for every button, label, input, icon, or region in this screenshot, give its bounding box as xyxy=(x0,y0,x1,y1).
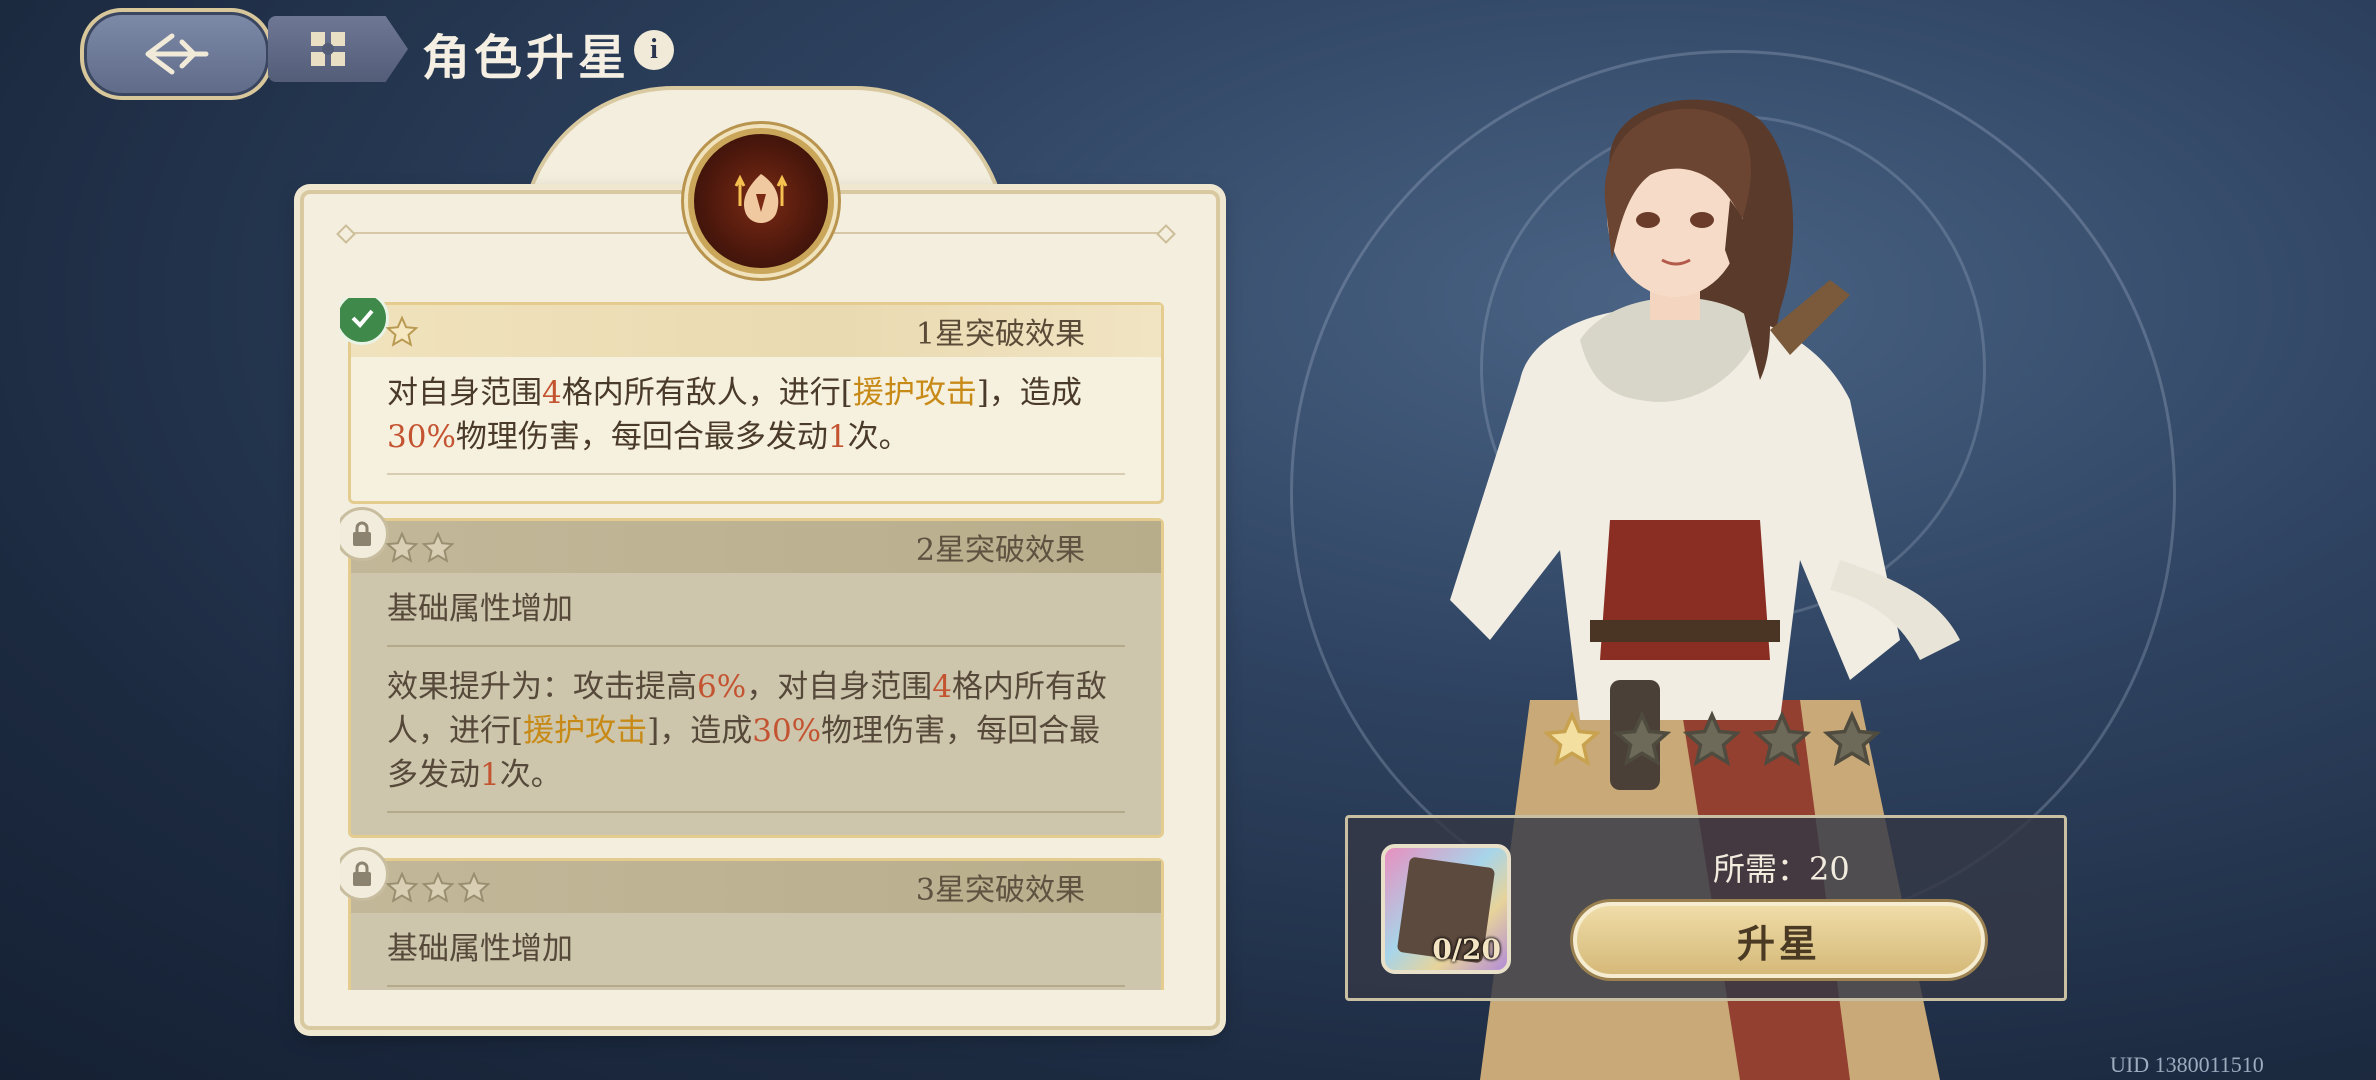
star-count xyxy=(385,315,419,349)
rank-star-empty-icon xyxy=(1822,710,1882,767)
breakthrough-entry-1: 1星突破效果 对自身范围4格内所有敌人，进行[援护攻击]，造成 30%物理伤害，… xyxy=(340,298,1164,504)
star-icon xyxy=(421,531,455,563)
star-icon xyxy=(385,531,419,563)
back-arrow-icon xyxy=(145,33,208,75)
effect-text: 效果提升为：攻击提高6%，对自身范围4格内所有敌 人，进行[援护攻击]，造成30… xyxy=(387,665,1125,813)
uid-label: UID 1380011510 xyxy=(2110,1052,2264,1077)
menu-button[interactable] xyxy=(268,16,408,82)
star-count xyxy=(385,871,491,905)
page-title: 角色升星 xyxy=(422,30,631,86)
star-icon xyxy=(385,871,419,903)
rank-stars xyxy=(1542,710,1882,770)
breakthrough-entry-3: 3星突破效果 基础属性增加 xyxy=(340,847,1164,990)
grid-menu-icon xyxy=(311,32,345,66)
star-up-medallion-icon xyxy=(688,128,834,274)
entry-title: 2星突破效果 xyxy=(351,521,1161,573)
cost-panel: 0/20 所需：20 升星 xyxy=(1345,815,2067,1001)
back-button[interactable] xyxy=(80,8,273,100)
rank-star-empty-icon xyxy=(1752,710,1812,767)
breakthrough-entry-2: 2星突破效果 基础属性增加 效果提升为：攻击提高6%，对自身范围4格内所有敌 人… xyxy=(340,507,1164,838)
star-icon xyxy=(385,315,419,347)
star-up-button[interactable]: 升星 xyxy=(1573,902,1985,978)
star-count xyxy=(385,531,455,565)
base-stat-text: 基础属性增加 xyxy=(387,587,1125,647)
base-stat-text: 基础属性增加 xyxy=(387,927,1125,987)
rank-star-filled-icon xyxy=(1542,710,1602,767)
effect-text: 对自身范围4格内所有敌人，进行[援护攻击]，造成 30%物理伤害，每回合最多发动… xyxy=(387,371,1125,475)
entry-title: 1星突破效果 xyxy=(351,305,1161,357)
info-icon[interactable]: i xyxy=(634,30,674,70)
breakthrough-list[interactable]: 1星突破效果 对自身范围4格内所有敌人，进行[援护攻击]，造成 30%物理伤害，… xyxy=(340,298,1170,990)
star-icon xyxy=(457,871,491,903)
cost-label: 所需：20 xyxy=(1713,850,1850,888)
rank-star-empty-icon xyxy=(1682,710,1742,767)
star-icon xyxy=(421,871,455,903)
character-shard-icon: 0/20 xyxy=(1381,844,1511,974)
shard-count: 0/20 xyxy=(1432,933,1501,966)
rank-star-empty-icon xyxy=(1612,710,1672,767)
